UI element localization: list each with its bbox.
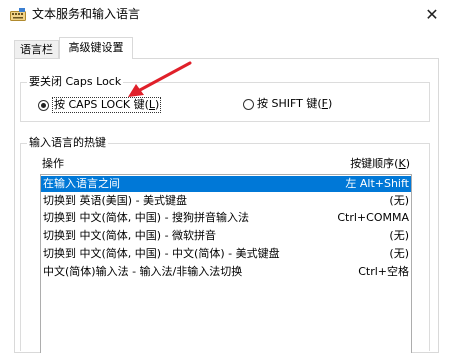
hotkey-action: 切换到 中文(简体, 中国) - 搜狗拼音输入法 (43, 211, 250, 224)
list-item[interactable]: 切换到 中文(简体, 中国) - 搜狗拼音输入法 Ctrl+COMMA (41, 210, 411, 226)
list-item[interactable]: 中文(简体)输入法 - 输入法/非输入法切换 Ctrl+空格 (41, 264, 411, 280)
list-item[interactable]: 切换到 中文(简体, 中国) - 中文(简体) - 美式键盘 (无) (41, 246, 411, 262)
column-header-key-sequence: 按键顺序(K) (350, 157, 410, 170)
hotkey-action: 切换到 中文(简体, 中国) - 微软拼音 (43, 229, 217, 242)
hotkey-keys: (无) (389, 229, 409, 242)
radio-caps-lock-label: 按 CAPS LOCK 键(L) (52, 97, 162, 113)
radio-caps-lock-key[interactable]: 按 CAPS LOCK 键(L) (38, 97, 162, 113)
hotkey-keys: Ctrl+COMMA (337, 211, 409, 224)
radio-shift-key[interactable]: 按 SHIFT 键(F) (243, 97, 332, 111)
list-item[interactable]: 切换到 中文(简体, 中国) - 微软拼音 (无) (41, 228, 411, 244)
close-button[interactable]: ✕ (415, 0, 449, 29)
hotkey-action: 中文(简体)输入法 - 输入法/非输入法切换 (43, 265, 243, 278)
caps-lock-group-title: 要关闭 Caps Lock (27, 75, 124, 89)
list-item[interactable]: 在输入语言之间 左 Alt+Shift (41, 176, 411, 192)
column-header-operation: 操作 (42, 157, 64, 170)
hotkey-action: 切换到 中文(简体, 中国) - 中文(简体) - 美式键盘 (43, 247, 280, 260)
radio-selected-indicator[interactable] (38, 99, 49, 111)
hotkey-keys: 左 Alt+Shift (345, 177, 409, 190)
hotkey-keys: (无) (389, 194, 409, 207)
tab-language-bar[interactable]: 语言栏 (14, 40, 59, 58)
radio-shift-label: 按 SHIFT 键(F) (257, 97, 333, 110)
hotkey-list[interactable]: 在输入语言之间 左 Alt+Shift 切换到 英语(美国) - 美式键盘 (无… (40, 174, 412, 353)
close-icon: ✕ (425, 5, 439, 24)
hotkey-action: 在输入语言之间 (43, 177, 120, 190)
hotkey-keys: Ctrl+空格 (358, 265, 409, 278)
keyboard-settings-icon (10, 8, 26, 21)
list-item[interactable]: 切换到 英语(美国) - 美式键盘 (无) (41, 193, 411, 209)
hotkey-keys: (无) (389, 247, 409, 260)
title-bar: 文本服务和输入语言 ✕ (0, 0, 449, 29)
tab-advanced-key-settings[interactable]: 高级键设置 (59, 37, 133, 59)
radio-unselected-indicator[interactable] (243, 98, 254, 110)
hotkey-group-title: 输入语言的热键 (27, 136, 108, 150)
hotkey-action: 切换到 英语(美国) - 美式键盘 (43, 194, 188, 207)
window-title: 文本服务和输入语言 (32, 7, 141, 21)
